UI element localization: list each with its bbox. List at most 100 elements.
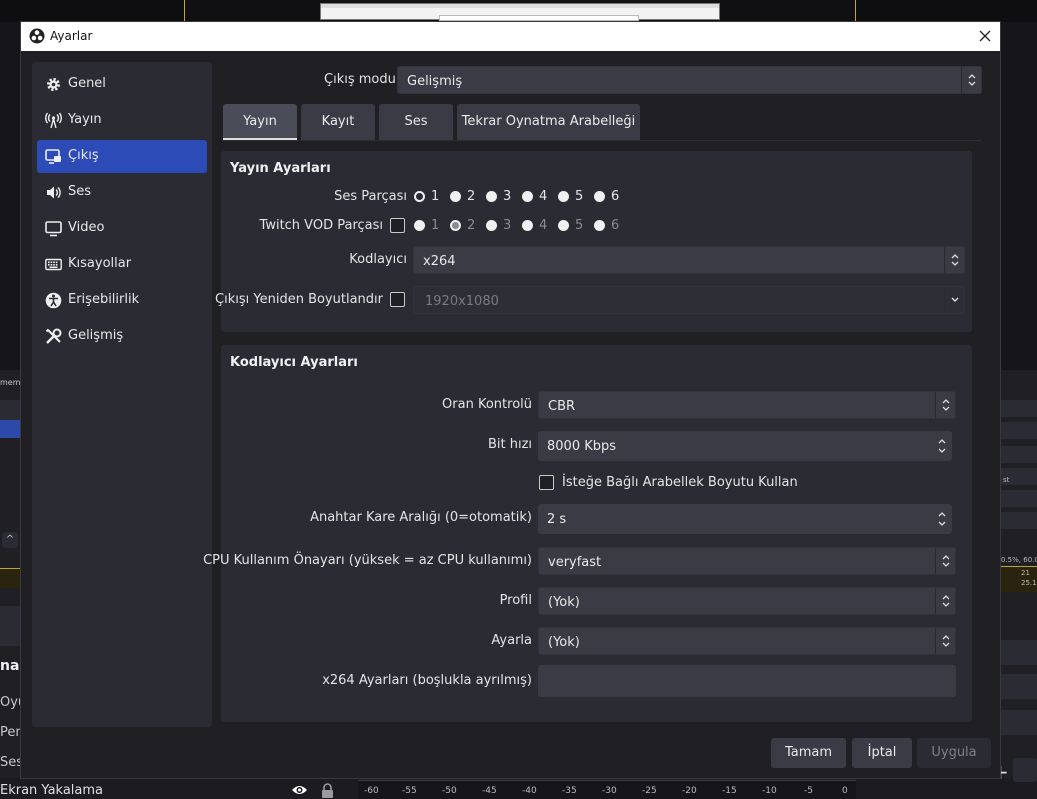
twitch-track-radio-3[interactable] xyxy=(486,220,497,231)
audio-track-radio-2[interactable] xyxy=(450,191,461,202)
rescale-resolution-value: 1920x1080 xyxy=(425,294,499,309)
audio-track-radio-1[interactable] xyxy=(414,191,425,202)
dialog-title: Ayarlar xyxy=(50,29,93,43)
bg-right-row xyxy=(1001,640,1037,666)
audio-track-number: 6 xyxy=(611,189,620,204)
bg-left-audio-bar xyxy=(0,568,20,588)
bg-right-text: st xyxy=(1003,476,1010,484)
sidebar-item-advanced[interactable]: Gelişmiş xyxy=(37,320,207,353)
bg-right-text: 21 xyxy=(1021,569,1030,577)
output-mode-select[interactable]: Gelişmiş xyxy=(397,66,982,94)
meter-tick: -25 xyxy=(642,786,657,796)
broadcast-icon xyxy=(45,112,62,129)
rescale-output-checkbox[interactable] xyxy=(390,292,405,307)
twitch-track-radio-5[interactable] xyxy=(558,220,569,231)
chevron-up-icon[interactable]: ^ xyxy=(2,532,18,548)
sidebar-item-audio[interactable]: Ses xyxy=(37,176,207,209)
preview-thumbnail xyxy=(320,3,720,21)
lock-icon[interactable] xyxy=(321,783,334,798)
source-item-label[interactable]: Ekran Yakalama xyxy=(0,783,103,798)
rescale-output-label: Çıkışı Yeniden Boyutlandır xyxy=(215,292,383,307)
twitch-track-radio-6[interactable] xyxy=(594,220,605,231)
audio-track-number: 3 xyxy=(503,189,512,204)
meter-tick: -30 xyxy=(602,786,617,796)
bitrate-spinbox[interactable]: 8000 Kbps xyxy=(538,431,952,461)
meter-tick: -40 xyxy=(522,786,537,796)
meter-tick: -20 xyxy=(682,786,697,796)
audio-track-radios: 1 2 3 4 5 6 xyxy=(414,189,634,206)
sidebar-item-general[interactable]: Genel xyxy=(37,68,207,101)
output-mode-label: Çıkış modu xyxy=(324,72,396,87)
sidebar-item-video[interactable]: Video xyxy=(37,212,207,245)
twitch-track-radios: 1 2 3 4 5 6 xyxy=(414,218,634,235)
cpu-preset-select[interactable]: veryfast xyxy=(538,547,956,575)
chevron-down-icon xyxy=(944,287,964,313)
updown-arrows-icon xyxy=(935,548,955,574)
meter-tick: -15 xyxy=(722,786,737,796)
sidebar-item-label: Ses xyxy=(68,184,92,199)
bg-left-text: Oyu xyxy=(0,695,20,710)
bg-right-row xyxy=(1001,674,1037,700)
spin-arrows-icon[interactable] xyxy=(932,504,952,534)
audio-track-label: Ses Parçası xyxy=(334,189,407,204)
sidebar-item-label: Yayın xyxy=(68,112,102,127)
twitch-vod-checkbox[interactable] xyxy=(390,218,405,233)
audio-track-radio-5[interactable] xyxy=(558,191,569,202)
audio-track-radio-6[interactable] xyxy=(594,191,605,202)
apply-button[interactable]: Uygula xyxy=(917,738,991,768)
output-mode-value: Gelişmiş xyxy=(407,74,463,89)
meter-tick: -35 xyxy=(562,786,577,796)
sidebar-item-output[interactable]: Çıkış xyxy=(37,140,207,173)
bg-right-row xyxy=(1001,710,1037,736)
audio-track-number: 1 xyxy=(431,189,440,204)
custom-buffer-checkbox[interactable] xyxy=(539,475,554,490)
sidebar-item-label: Gelişmiş xyxy=(68,328,124,343)
bg-right-text: 25.11 xyxy=(1021,579,1037,587)
thumbnail-menubar xyxy=(321,4,719,8)
profile-select[interactable]: (Yok) xyxy=(538,587,956,615)
x264-options-label: x264 Ayarları (boşlukla ayrılmış) xyxy=(322,673,532,688)
spin-arrows-icon[interactable] xyxy=(932,431,952,461)
close-button[interactable] xyxy=(970,22,1000,51)
tab-audio[interactable]: Ses xyxy=(379,104,453,140)
twitch-track-number: 6 xyxy=(611,218,620,233)
updown-arrows-icon xyxy=(935,392,955,418)
audio-track-radio-3[interactable] xyxy=(486,191,497,202)
rescale-resolution-select[interactable]: 1920x1080 xyxy=(413,286,965,314)
rate-control-select[interactable]: CBR xyxy=(538,391,956,419)
audio-track-number: 4 xyxy=(539,189,548,204)
main-left-panel: mem ^ nak Oyu Pen Ses xyxy=(0,370,20,799)
bg-right-row xyxy=(1001,400,1037,418)
tab-replay-buffer[interactable]: Tekrar Oynatma Arabelleği xyxy=(457,104,640,140)
twitch-vod-label: Twitch VOD Parçası xyxy=(259,218,383,233)
updown-arrows-icon xyxy=(935,628,955,654)
keyframe-interval-spinbox[interactable]: 2 s xyxy=(538,504,952,534)
twitch-track-radio-4[interactable] xyxy=(522,220,533,231)
twitch-track-radio-2[interactable] xyxy=(450,220,461,231)
gear-icon xyxy=(47,78,60,91)
x264-options-input[interactable] xyxy=(538,665,956,697)
ok-button[interactable]: Tamam xyxy=(771,738,846,768)
eye-icon[interactable] xyxy=(291,784,308,796)
tune-select[interactable]: (Yok) xyxy=(538,627,956,655)
speaker-icon xyxy=(47,186,61,199)
tab-stream[interactable]: Yayın xyxy=(223,104,297,140)
sidebar-item-stream[interactable]: Yayın xyxy=(37,104,207,137)
cancel-button[interactable]: İptal xyxy=(852,738,912,768)
sidebar-item-label: Video xyxy=(68,220,105,235)
encoder-select[interactable]: x264 xyxy=(413,246,965,274)
audio-track-radio-4[interactable] xyxy=(522,191,533,202)
sidebar-item-label: Çıkış xyxy=(68,148,99,163)
sidebar-item-hotkeys[interactable]: Kısayollar xyxy=(37,248,207,281)
bg-left-row xyxy=(0,606,20,646)
keyframe-interval-value: 2 s xyxy=(547,512,567,527)
twitch-track-radio-1[interactable] xyxy=(414,220,425,231)
cpu-preset-label: CPU Kullanım Önayarı (yüksek = az CPU ku… xyxy=(203,553,532,568)
meter-tick: -10 xyxy=(762,786,777,796)
bg-dock-button[interactable] xyxy=(1013,758,1037,782)
rate-control-value: CBR xyxy=(548,399,576,414)
encoder-settings-panel: Kodlayıcı Ayarları Oran Kontrolü CBR Bit… xyxy=(203,345,972,722)
sidebar-item-accessibility[interactable]: Erişebilirlik xyxy=(37,284,207,317)
tab-recording[interactable]: Kayıt xyxy=(301,104,375,140)
bg-left-heading: nak xyxy=(0,658,20,674)
